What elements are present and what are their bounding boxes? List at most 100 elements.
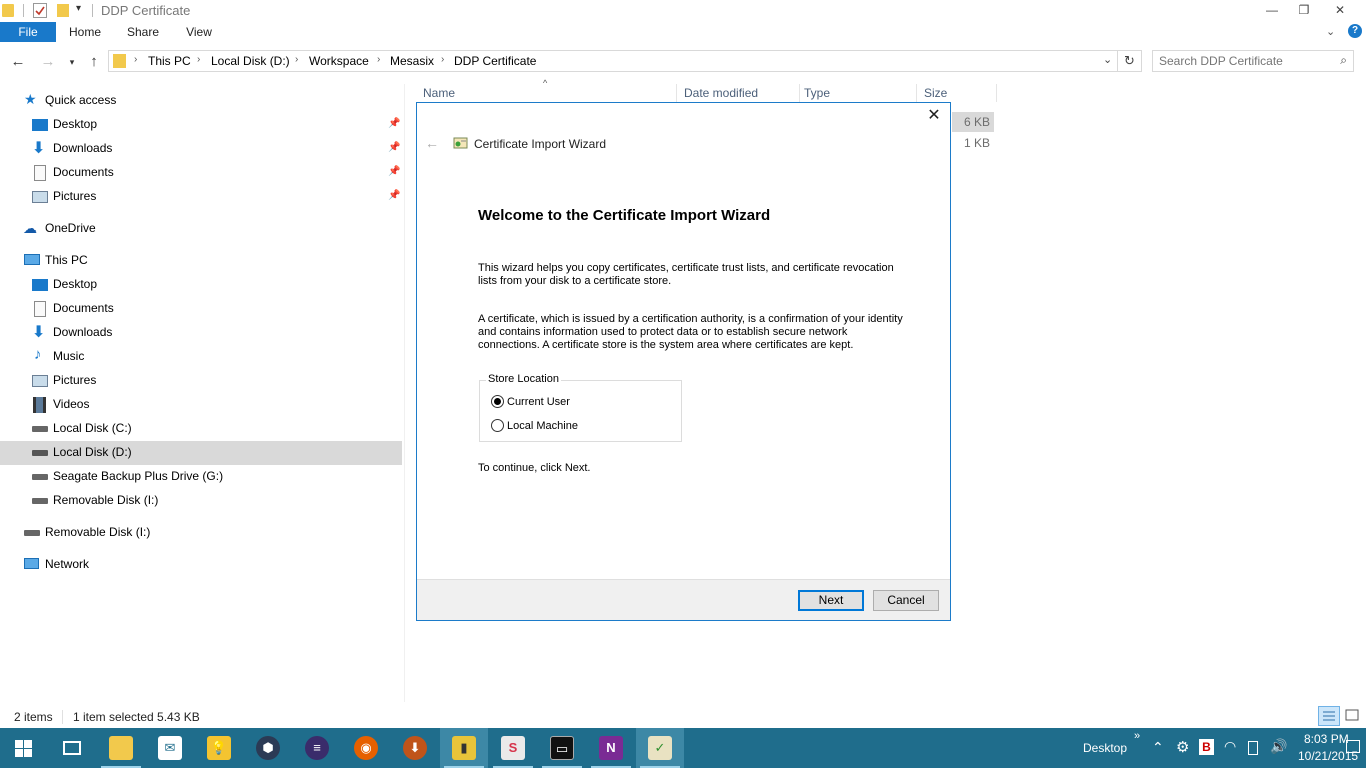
breadcrumb-ddp-certificate[interactable]: DDP Certificate [454, 54, 536, 68]
address-bar[interactable]: › This PC › Local Disk (D:) › Workspace … [108, 50, 1118, 72]
column-divider[interactable] [996, 84, 997, 102]
column-size[interactable]: Size [924, 86, 947, 100]
cancel-button[interactable]: Cancel [873, 590, 939, 611]
back-arrow-icon[interactable]: ← [9, 52, 27, 72]
local-machine-radio[interactable] [491, 419, 504, 432]
forward-arrow-icon[interactable]: → [39, 52, 57, 72]
search-icon[interactable]: ⌕ [1340, 53, 1347, 68]
nav-pc-music[interactable]: ♪ Music [0, 345, 402, 369]
pane-divider[interactable] [404, 84, 405, 702]
dialog-close-button[interactable]: ✕ [922, 105, 946, 127]
pin-icon[interactable]: 📌 [388, 166, 400, 177]
nav-quick-documents[interactable]: Documents 📌 [0, 161, 402, 185]
recent-locations-chevron-icon[interactable]: ▾ [63, 52, 81, 72]
nav-pc-pictures[interactable]: Pictures [0, 369, 402, 393]
properties-icon[interactable] [33, 3, 47, 18]
column-name[interactable]: Name [423, 86, 455, 100]
action-center-icon[interactable] [1346, 740, 1360, 753]
pin-icon[interactable]: 📌 [388, 190, 400, 201]
pin-icon[interactable]: 📌 [388, 118, 400, 129]
nav-pc-documents[interactable]: Documents [0, 297, 402, 321]
desktop-toolbar-label[interactable]: Desktop [1083, 741, 1127, 755]
tab-share[interactable]: Share [118, 22, 168, 42]
volume-icon[interactable]: 🔊 [1270, 738, 1287, 755]
mail-taskbar-icon[interactable]: ✉ [146, 728, 194, 768]
nav-quick-desktop[interactable]: Desktop 📌 [0, 113, 402, 137]
large-icons-view-button[interactable] [1342, 706, 1364, 726]
breadcrumb-separator[interactable]: › [134, 54, 137, 65]
bitdefender-icon[interactable]: B [1199, 739, 1214, 755]
close-button[interactable]: ✕ [1318, 0, 1362, 22]
firefox-taskbar-icon[interactable]: ◉ [342, 728, 390, 768]
file-manager-taskbar-icon[interactable]: ▮ [440, 728, 488, 768]
back-arrow-icon[interactable]: ← [425, 135, 439, 151]
toolbar-overflow-chevron[interactable]: » [1134, 730, 1140, 742]
tab-view[interactable]: View [174, 22, 224, 42]
wifi-icon[interactable]: ◠ [1224, 738, 1236, 755]
search-box[interactable]: ⌕ [1152, 50, 1354, 72]
customize-toolbar-icon[interactable]: ▾ [76, 3, 81, 14]
app-taskbar-icon[interactable]: ⬢ [244, 728, 292, 768]
nav-quick-pictures[interactable]: Pictures 📌 [0, 185, 402, 209]
new-folder-icon[interactable] [57, 4, 69, 17]
breadcrumb-mesasix[interactable]: Mesasix [390, 54, 434, 68]
nav-pc-downloads[interactable]: ⬇ Downloads [0, 321, 402, 345]
nav-this-pc[interactable]: This PC [0, 249, 402, 273]
column-divider[interactable] [799, 84, 800, 102]
nav-onedrive[interactable]: ☁ OneDrive [0, 217, 402, 241]
address-dropdown-chevron-icon[interactable]: ⌄ [1103, 53, 1112, 66]
task-view-button[interactable] [48, 728, 96, 768]
nav-removable-disk[interactable]: Removable Disk (I:) [0, 521, 402, 545]
column-date-modified[interactable]: Date modified [684, 86, 758, 100]
nav-pc-desktop[interactable]: Desktop [0, 273, 402, 297]
breadcrumb-separator[interactable]: › [197, 54, 200, 65]
column-divider[interactable] [676, 84, 677, 102]
tips-taskbar-icon[interactable]: 💡 [195, 728, 243, 768]
current-user-label[interactable]: Current User [507, 396, 570, 408]
sublime-taskbar-icon[interactable]: S [489, 728, 537, 768]
eclipse-taskbar-icon[interactable]: ≡ [293, 728, 341, 768]
search-input[interactable] [1159, 53, 1329, 69]
clock-time[interactable]: 8:03 PM [1304, 732, 1349, 746]
column-divider[interactable] [916, 84, 917, 102]
local-machine-label[interactable]: Local Machine [507, 420, 578, 432]
help-icon[interactable]: ? [1348, 24, 1362, 38]
download-arrow-icon: ⬇ [403, 736, 427, 760]
command-prompt-taskbar-icon[interactable]: ▭ [538, 728, 586, 768]
download-manager-taskbar-icon[interactable]: ⬇ [391, 728, 439, 768]
file-size-cell[interactable]: 6 KB [952, 112, 994, 132]
nav-seagate-drive-g[interactable]: Seagate Backup Plus Drive (G:) [0, 465, 402, 489]
details-view-button[interactable] [1318, 706, 1340, 726]
tab-home[interactable]: Home [60, 22, 110, 42]
tab-file[interactable]: File [0, 22, 56, 42]
breadcrumb-separator[interactable]: › [377, 54, 380, 65]
chevron-down-icon[interactable]: ⌄ [1326, 25, 1335, 38]
refresh-button[interactable]: ↻ [1118, 50, 1142, 72]
certificate-wizard-taskbar-icon[interactable]: ✓ [636, 728, 684, 768]
battery-icon[interactable] [1248, 741, 1258, 755]
nav-local-disk-c[interactable]: Local Disk (C:) [0, 417, 402, 441]
up-arrow-icon[interactable]: ↑ [85, 52, 103, 72]
column-type[interactable]: Type [804, 86, 830, 100]
breadcrumb-separator[interactable]: › [295, 54, 298, 65]
start-button[interactable] [0, 728, 48, 768]
file-explorer-taskbar-icon[interactable] [97, 728, 145, 768]
nav-local-disk-d[interactable]: Local Disk (D:) [0, 441, 402, 465]
breadcrumb-separator[interactable]: › [441, 54, 444, 65]
nav-quick-downloads[interactable]: ⬇ Downloads 📌 [0, 137, 402, 161]
nav-network[interactable]: Network [0, 553, 402, 577]
breadcrumb-this-pc[interactable]: This PC [148, 54, 191, 68]
nav-pc-videos[interactable]: Videos [0, 393, 402, 417]
onenote-taskbar-icon[interactable]: N [587, 728, 635, 768]
next-button[interactable]: Next [798, 590, 864, 611]
pin-icon[interactable]: 📌 [388, 142, 400, 153]
current-user-radio[interactable] [491, 395, 504, 408]
breadcrumb-local-disk-d[interactable]: Local Disk (D:) [211, 54, 290, 68]
nav-removable-disk-i[interactable]: Removable Disk (I:) [0, 489, 402, 513]
file-size-cell[interactable]: 1 KB [952, 133, 994, 153]
show-hidden-icons-chevron-icon[interactable]: ⌃ [1152, 739, 1164, 756]
gear-icon[interactable]: ⚙ [1176, 738, 1189, 756]
breadcrumb-workspace[interactable]: Workspace [309, 54, 369, 68]
nav-quick-access[interactable]: ★ Quick access [0, 89, 402, 113]
terminal-icon: ▭ [550, 736, 574, 760]
